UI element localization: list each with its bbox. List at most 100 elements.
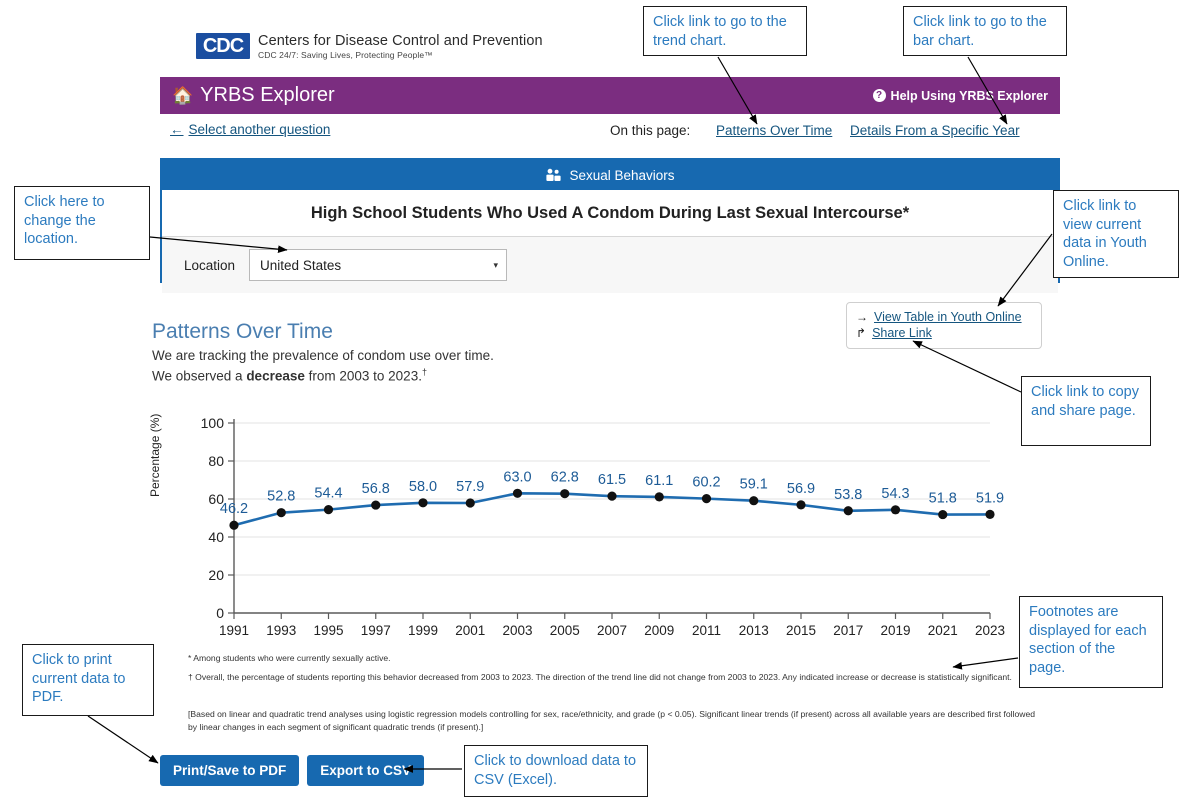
svg-text:57.9: 57.9 (456, 479, 484, 495)
arrow-print (87, 715, 159, 764)
view-table-label: View Table in Youth Online (874, 310, 1022, 324)
callout-location: Click here to change the location. (14, 186, 150, 260)
link-details-specific-year[interactable]: Details From a Specific Year (850, 123, 1020, 138)
svg-text:1991: 1991 (219, 623, 249, 638)
share-icon: ↱ (856, 326, 867, 340)
app-brand[interactable]: 🏠 YRBS Explorer (172, 84, 335, 107)
callout-bar-chart: Click link to go to the bar chart. (903, 6, 1067, 56)
callout-csv: Click to download data to CSV (Excel). (464, 745, 648, 797)
svg-text:1999: 1999 (408, 623, 438, 638)
left-arrow-icon: ← (170, 122, 184, 137)
callout-print: Click to print current data to PDF. (22, 644, 154, 716)
question-mark-icon: ? (872, 89, 886, 102)
link-patterns-over-time[interactable]: Patterns Over Time (716, 123, 832, 138)
svg-text:1993: 1993 (266, 623, 296, 638)
svg-text:40: 40 (208, 529, 224, 545)
line2-bold: decrease (246, 368, 305, 384)
action-buttons: Print/Save to PDF Export to CSV (160, 755, 425, 786)
cdc-logo-icon: CDC (196, 33, 250, 59)
cdc-logo-text: Centers for Disease Control and Preventi… (258, 33, 543, 60)
line2-post: from 2003 to 2023. (304, 368, 422, 384)
question-title: High School Students Who Used A Condom D… (162, 190, 1058, 237)
callout-share: Click link to copy and share page. (1021, 376, 1151, 446)
home-icon[interactable]: 🏠 (172, 87, 193, 104)
svg-text:1997: 1997 (361, 623, 391, 638)
print-save-pdf-button[interactable]: Print/Save to PDF (160, 755, 300, 786)
cdc-logo-band: CDC Centers for Disease Control and Prev… (196, 33, 543, 60)
svg-text:2011: 2011 (692, 623, 721, 638)
callout-youth-online: Click link to view current data in Youth… (1053, 190, 1179, 278)
app-header: 🏠 YRBS Explorer ? Help Using YRBS Explor… (160, 77, 1060, 114)
category-label: Sexual Behaviors (569, 167, 675, 183)
chart-canvas: 0204060801001991 1993 1995 1997 1999 2001 2003… (201, 415, 1005, 638)
share-link[interactable]: ↱ Share Link (856, 326, 1032, 340)
share-link-label: Share Link (872, 326, 932, 340)
svg-text:20: 20 (208, 567, 224, 583)
location-select-value: United States (260, 257, 342, 273)
location-select[interactable]: United States ▾ (249, 249, 508, 281)
action-links-box: → View Table in Youth Online ↱ Share Lin… (846, 302, 1042, 349)
svg-text:56.9: 56.9 (787, 481, 815, 497)
callout-footnotes: Footnotes are displayed for each section… (1019, 596, 1163, 688)
footnote-2: † Overall, the percentage of students re… (188, 672, 1012, 682)
chart-y-axis-label: Percentage (%) (148, 413, 162, 497)
trend-chart: Percentage (%) 0 20 40 60 80 100 1991 1993 1995 1… (148, 405, 1012, 650)
svg-text:51.8: 51.8 (929, 491, 957, 507)
svg-text:2021: 2021 (928, 623, 958, 638)
svg-text:51.9: 51.9 (976, 490, 1004, 506)
cdc-tagline: CDC 24/7: Saving Lives, Protecting Peopl… (258, 50, 433, 61)
dagger-marker: † (421, 367, 427, 377)
on-this-page-label: On this page: (610, 123, 691, 138)
svg-text:60.2: 60.2 (692, 475, 720, 491)
section-line-2: We observed a decrease from 2003 to 2023… (152, 367, 427, 384)
svg-text:2023: 2023 (975, 623, 1005, 638)
help-label: Help Using YRBS Explorer (890, 88, 1048, 103)
svg-text:53.8: 53.8 (834, 487, 862, 503)
location-label: Location (184, 257, 236, 273)
svg-text:2001: 2001 (455, 623, 485, 638)
location-row: Location United States ▾ (162, 237, 1058, 293)
svg-text:54.4: 54.4 (314, 486, 342, 502)
sub-navigation: ← Select another question On this page: … (160, 114, 1060, 150)
right-arrow-icon: → (856, 310, 868, 324)
export-csv-button[interactable]: Export to CSV (307, 755, 425, 786)
svg-text:100: 100 (201, 415, 225, 431)
category-banner: Sexual Behaviors (162, 160, 1058, 190)
svg-text:2003: 2003 (502, 623, 532, 638)
chevron-down-icon: ▾ (493, 259, 499, 270)
svg-text:59.1: 59.1 (740, 477, 768, 493)
svg-text:52.8: 52.8 (267, 489, 295, 505)
svg-text:58.0: 58.0 (409, 479, 437, 495)
callout-trend-chart: Click link to go to the trend chart. (643, 6, 807, 56)
svg-text:2017: 2017 (833, 623, 863, 638)
svg-text:2019: 2019 (880, 623, 910, 638)
svg-text:62.8: 62.8 (551, 470, 579, 486)
question-panel: Sexual Behaviors High School Students Wh… (160, 158, 1060, 293)
section-line-1: We are tracking the prevalence of condom… (152, 348, 494, 363)
people-icon (546, 168, 562, 181)
svg-text:63.0: 63.0 (503, 469, 531, 485)
cdc-agency-name: Centers for Disease Control and Preventi… (258, 33, 543, 49)
svg-text:61.1: 61.1 (645, 473, 673, 489)
svg-text:2005: 2005 (550, 623, 580, 638)
app-title: YRBS Explorer (200, 84, 335, 106)
footnote-1: * Among students who were currently sexu… (188, 653, 391, 663)
svg-text:2015: 2015 (786, 623, 816, 638)
svg-text:2013: 2013 (739, 623, 769, 638)
line2-pre: We observed a (152, 368, 247, 384)
footnote-3: [Based on linear and quadratic trend ana… (188, 709, 1036, 732)
svg-text:56.8: 56.8 (362, 481, 390, 497)
svg-text:46.2: 46.2 (220, 501, 248, 517)
svg-text:61.5: 61.5 (598, 472, 626, 488)
help-link[interactable]: ? Help Using YRBS Explorer (872, 88, 1048, 103)
select-another-question-link[interactable]: ← Select another question (170, 122, 330, 137)
section-title: Patterns Over Time (152, 320, 333, 343)
view-table-youth-online-link[interactable]: → View Table in Youth Online (856, 310, 1032, 324)
svg-text:2007: 2007 (597, 623, 627, 638)
back-link-label: Select another question (188, 122, 331, 137)
svg-text:80: 80 (208, 453, 224, 469)
svg-text:2009: 2009 (644, 623, 674, 638)
svg-text:54.3: 54.3 (881, 486, 909, 502)
svg-text:0: 0 (216, 605, 224, 621)
svg-text:1995: 1995 (313, 623, 343, 638)
